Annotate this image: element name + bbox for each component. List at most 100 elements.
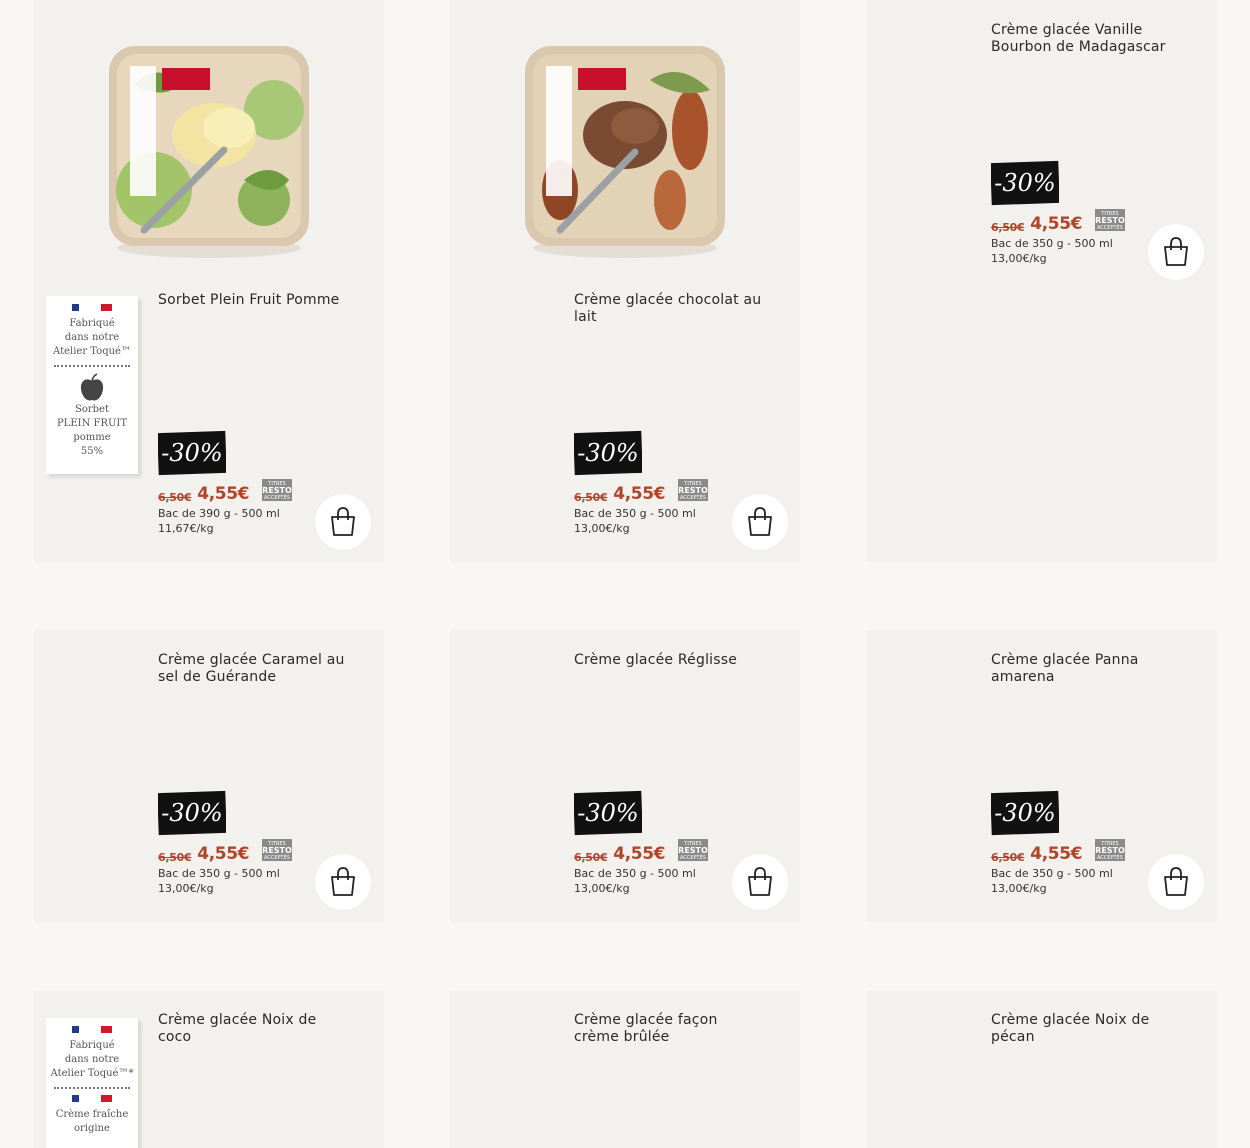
old-price: 6,50€ <box>574 491 608 504</box>
new-price: 4,55€ <box>197 844 250 864</box>
shopping-bag-icon <box>748 867 772 896</box>
pack-info: Bac de 350 g - 500 ml 13,00€/kg <box>158 866 318 896</box>
product-title[interactable]: Sorbet Plein Fruit Pomme <box>158 292 348 309</box>
pack-info: Bac de 350 g - 500 ml 13,00€/kg <box>991 866 1151 896</box>
new-price: 4,55€ <box>197 484 250 504</box>
unit-price: 13,00€/kg <box>158 882 214 895</box>
svg-text:RESTO: RESTO <box>1095 846 1125 855</box>
unit-price: 13,00€/kg <box>991 252 1047 265</box>
product-title[interactable]: Crème glacée chocolat au lait <box>574 292 764 326</box>
product-card[interactable]: Crème glacée Vanille Bourbon de Madagasc… <box>867 0 1217 562</box>
badge-text: Atelier Toqué™* <box>50 1068 134 1079</box>
svg-text:-30%: -30% <box>577 439 638 467</box>
origin-badge: Fabriqué dans notre Atelier Toqué™* Crèm… <box>46 1014 138 1148</box>
price-row: 6,50€ 4,55€ <box>574 482 665 504</box>
new-price: 4,55€ <box>1030 214 1083 234</box>
new-price: 4,55€ <box>1030 844 1083 864</box>
discount-badge: -30% <box>574 430 642 476</box>
svg-text:-30%: -30% <box>994 169 1055 197</box>
svg-text:RESTO: RESTO <box>1095 216 1125 225</box>
new-price: 4,55€ <box>613 484 666 504</box>
shopping-bag-icon <box>331 867 355 896</box>
discount-badge: -30% <box>991 160 1059 206</box>
product-card[interactable]: Crème glacée chocolat au lait -30% 6,50€… <box>450 0 800 562</box>
product-card[interactable]: Crème glacée Panna amarena -30% 6,50€ 4,… <box>867 630 1217 922</box>
pack-size: Bac de 350 g - 500 ml <box>991 237 1113 250</box>
pack-info: Bac de 350 g - 500 ml 13,00€/kg <box>991 236 1151 266</box>
shopping-bag-icon <box>1164 237 1188 266</box>
french-flag-icon <box>46 1095 138 1102</box>
price-row: 6,50€ 4,55€ <box>158 842 249 864</box>
product-image[interactable] <box>520 40 730 265</box>
unit-price: 13,00€/kg <box>574 522 630 535</box>
pack-info: Bac de 350 g - 500 ml 13,00€/kg <box>574 506 734 536</box>
product-title[interactable]: Crème glacée Caramel au sel de Guérande <box>158 652 348 686</box>
badge-text: 55% <box>80 446 104 457</box>
svg-text:ACCEPTÉS: ACCEPTÉS <box>680 853 706 861</box>
svg-text:ACCEPTÉS: ACCEPTÉS <box>680 493 706 501</box>
unit-price: 11,67€/kg <box>158 522 214 535</box>
svg-text:RESTO: RESTO <box>678 486 708 495</box>
add-to-cart-button[interactable] <box>732 854 788 910</box>
product-card[interactable]: Fabriqué dans notre Atelier Toqué™* Crèm… <box>34 991 384 1148</box>
add-to-cart-button[interactable] <box>1148 224 1204 280</box>
apple-icon <box>46 373 138 403</box>
badge-text: PLEIN FRUIT <box>56 418 128 429</box>
pack-size: Bac de 390 g - 500 ml <box>158 507 280 520</box>
titres-resto-icon: TITRES RESTO ACCEPTÉS <box>262 479 292 501</box>
product-title[interactable]: Crème glacée Noix de coco <box>158 1012 348 1046</box>
old-price: 6,50€ <box>991 221 1025 234</box>
add-to-cart-button[interactable] <box>732 494 788 550</box>
pack-size: Bac de 350 g - 500 ml <box>991 867 1113 880</box>
old-price: 6,50€ <box>158 851 192 864</box>
titres-resto-icon: TITRES RESTO ACCEPTÉS <box>262 839 292 861</box>
add-to-cart-button[interactable] <box>315 494 371 550</box>
titres-resto-icon: TITRES RESTO ACCEPTÉS <box>678 839 708 861</box>
badge-text: Crème fraîche <box>55 1109 129 1120</box>
badge-text: dans notre <box>64 1054 120 1065</box>
product-card[interactable]: Crème glacée Noix de pécan <box>867 991 1217 1148</box>
product-title[interactable]: Crème glacée Noix de pécan <box>991 1012 1181 1046</box>
product-image[interactable] <box>104 40 314 265</box>
product-title[interactable]: Crème glacée Réglisse <box>574 652 764 669</box>
french-flag-icon <box>46 1026 138 1033</box>
discount-badge: -30% <box>158 790 226 836</box>
french-flag-icon <box>46 304 138 311</box>
old-price: 6,50€ <box>991 851 1025 864</box>
svg-text:ACCEPTÉS: ACCEPTÉS <box>1097 853 1123 861</box>
unit-price: 13,00€/kg <box>574 882 630 895</box>
shopping-bag-icon <box>1164 867 1188 896</box>
badge-text: Sorbet <box>75 404 109 415</box>
svg-text:ACCEPTÉS: ACCEPTÉS <box>264 493 290 501</box>
badge-text: Atelier Toqué™ <box>53 346 131 357</box>
product-card[interactable]: Crème glacée Réglisse -30% 6,50€ 4,55€ T… <box>450 630 800 922</box>
add-to-cart-button[interactable] <box>315 854 371 910</box>
old-price: 6,50€ <box>158 491 192 504</box>
price-row: 6,50€ 4,55€ <box>574 842 665 864</box>
svg-text:RESTO: RESTO <box>262 846 292 855</box>
discount-badge: -30% <box>574 790 642 836</box>
product-title[interactable]: Crème glacée façon crème brûlée <box>574 1012 764 1046</box>
product-card[interactable]: Fabriqué dans notre Atelier Toqué™ Sorbe… <box>34 0 384 562</box>
discount-badge: -30% <box>991 790 1059 836</box>
origin-badge: Fabriqué dans notre Atelier Toqué™ Sorbe… <box>46 292 138 474</box>
product-title[interactable]: Crème glacée Vanille Bourbon de Madagasc… <box>991 22 1181 56</box>
product-card[interactable]: Crème glacée façon crème brûlée <box>450 991 800 1148</box>
discount-badge: -30% <box>158 430 226 476</box>
add-to-cart-button[interactable] <box>1148 854 1204 910</box>
badge-text: pomme <box>73 432 111 443</box>
badge-text: origine <box>74 1123 110 1134</box>
pack-info: Bac de 390 g - 500 ml 11,67€/kg <box>158 506 318 536</box>
badge-text: Fabriqué <box>69 1040 115 1051</box>
new-price: 4,55€ <box>613 844 666 864</box>
pack-size: Bac de 350 g - 500 ml <box>574 867 696 880</box>
unit-price: 13,00€/kg <box>991 882 1047 895</box>
titres-resto-icon: TITRES RESTO ACCEPTÉS <box>1095 209 1125 231</box>
price-row: 6,50€ 4,55€ <box>158 482 249 504</box>
titres-resto-icon: TITRES RESTO ACCEPTÉS <box>1095 839 1125 861</box>
price-row: 6,50€ 4,55€ <box>991 842 1082 864</box>
product-title[interactable]: Crème glacée Panna amarena <box>991 652 1181 686</box>
svg-text:RESTO: RESTO <box>262 486 292 495</box>
svg-text:ACCEPTÉS: ACCEPTÉS <box>1097 223 1123 231</box>
product-card[interactable]: Crème glacée Caramel au sel de Guérande … <box>34 630 384 922</box>
